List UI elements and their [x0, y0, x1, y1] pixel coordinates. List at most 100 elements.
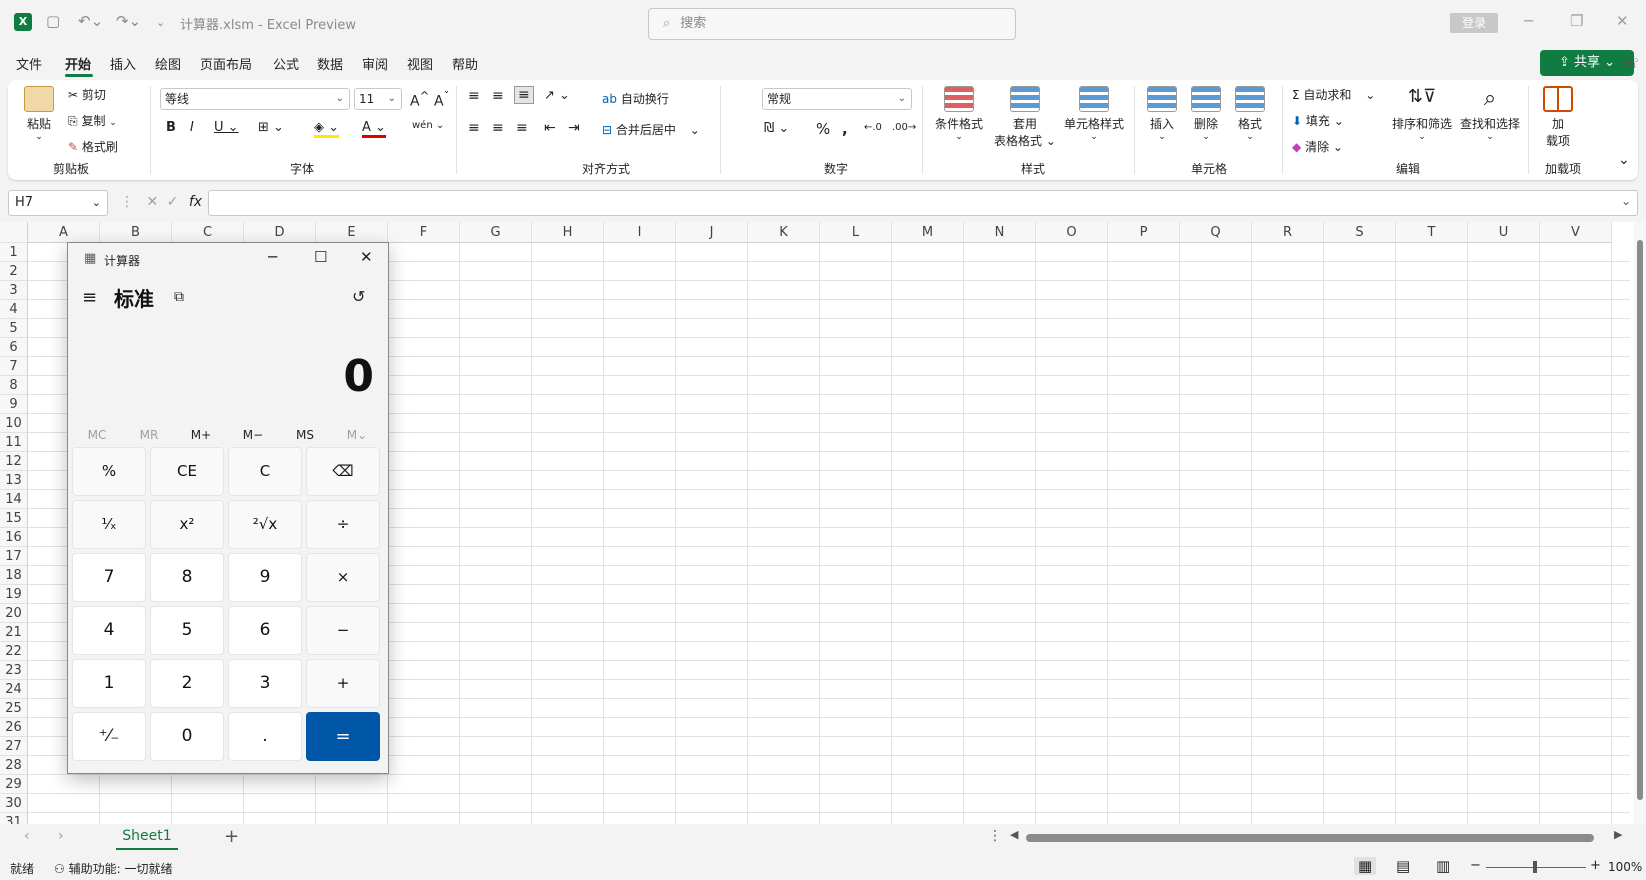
row-header[interactable]: 5 — [0, 319, 28, 338]
underline-icon[interactable]: U ⌄ — [214, 120, 239, 135]
digit-7-key[interactable]: 7 — [72, 553, 146, 602]
borders-icon[interactable]: ⊞ ⌄ — [258, 120, 284, 135]
align-middle-icon[interactable]: ≡ — [492, 88, 504, 104]
row-header[interactable]: 12 — [0, 452, 28, 471]
save-icon[interactable]: ▢ — [46, 12, 60, 30]
row-header[interactable]: 25 — [0, 699, 28, 718]
font-name-combo[interactable]: 等线 ⌄ — [160, 88, 350, 110]
column-header[interactable]: R — [1252, 222, 1324, 243]
digit-8-key[interactable]: 8 — [150, 553, 224, 602]
phonetic-guide-icon[interactable]: wén ⌄ — [412, 120, 444, 131]
increase-indent-icon[interactable]: ⇥ — [568, 120, 580, 136]
clear-button[interactable]: ◆ 清除 ⌄ — [1292, 138, 1343, 155]
multiply-key[interactable]: × — [306, 553, 380, 602]
row-header[interactable]: 30 — [0, 794, 28, 813]
row-header[interactable]: 6 — [0, 338, 28, 357]
delete-cells-button[interactable]: 删除 ⌄ — [1186, 86, 1226, 142]
percent-icon[interactable]: % — [816, 120, 830, 138]
digit-9-key[interactable]: 9 — [228, 553, 302, 602]
column-header[interactable]: Q — [1180, 222, 1252, 243]
decrease-decimal-icon[interactable]: .00→ — [892, 122, 916, 133]
subtract-key[interactable]: − — [306, 606, 380, 655]
orientation-icon[interactable]: ↗ ⌄ — [544, 88, 570, 103]
row-header[interactable]: 20 — [0, 604, 28, 623]
menu-view[interactable]: 视图 — [407, 54, 433, 73]
row-header[interactable]: 18 — [0, 566, 28, 585]
percent-key[interactable]: % — [72, 447, 146, 496]
format-cells-button[interactable]: 格式 ⌄ — [1230, 86, 1270, 142]
row-header[interactable]: 17 — [0, 547, 28, 566]
menu-page-layout[interactable]: 页面布局 — [200, 54, 252, 73]
history-icon[interactable]: ↺ — [352, 287, 365, 306]
column-header[interactable]: P — [1108, 222, 1180, 243]
row-header[interactable]: 26 — [0, 718, 28, 737]
grow-font-icon[interactable]: A^ — [410, 89, 429, 110]
clear-entry-key[interactable]: CE — [150, 447, 224, 496]
menu-file[interactable]: 文件 — [16, 54, 42, 73]
digit-0-key[interactable]: 0 — [150, 712, 224, 761]
search-box[interactable]: ⌕ 搜索 — [648, 8, 1016, 40]
row-header[interactable]: 15 — [0, 509, 28, 528]
name-box[interactable]: H7 ⌄ — [8, 190, 108, 216]
expand-formula-icon[interactable]: ⌄ — [1621, 194, 1631, 208]
font-color-icon[interactable]: A ⌄ — [362, 120, 386, 138]
login-button[interactable]: 登录 — [1450, 13, 1498, 33]
enter-icon[interactable]: ✓ — [167, 194, 179, 210]
row-header[interactable]: 13 — [0, 471, 28, 490]
column-header[interactable]: L — [820, 222, 892, 243]
redo-icon[interactable]: ↷⌄ — [116, 12, 141, 30]
row-header[interactable]: 4 — [0, 300, 28, 319]
customize-qat-icon[interactable]: ⌄ — [156, 16, 165, 29]
memory-clear-button[interactable]: MC — [72, 428, 122, 442]
column-header[interactable]: H — [532, 222, 604, 243]
insert-cells-button[interactable]: 插入 ⌄ — [1142, 86, 1182, 142]
close-icon[interactable]: ✕ — [1616, 12, 1629, 30]
column-header[interactable]: I — [604, 222, 676, 243]
row-header[interactable]: 9 — [0, 395, 28, 414]
menu-draw[interactable]: 绘图 — [155, 54, 181, 73]
sheet-tab-sheet1[interactable]: Sheet1 — [116, 824, 178, 850]
hamburger-menu-icon[interactable]: ≡ — [82, 287, 97, 308]
number-format-combo[interactable]: 常规 ⌄ — [762, 88, 912, 110]
format-painter-button[interactable]: ✎ 格式刷 — [68, 138, 118, 155]
comma-icon[interactable]: , — [842, 120, 848, 138]
horizontal-scroll-thumb[interactable] — [1026, 834, 1594, 842]
row-header[interactable]: 24 — [0, 680, 28, 699]
column-header[interactable]: C — [172, 222, 244, 243]
wrap-text-button[interactable]: ab 自动换行 — [602, 90, 669, 107]
insert-function-icon[interactable]: fx — [189, 194, 202, 210]
column-header[interactable]: M — [892, 222, 964, 243]
fill-button[interactable]: ⬇ 填充 ⌄ — [1292, 112, 1344, 129]
scroll-left-icon[interactable]: ◀ — [1010, 828, 1018, 841]
keep-on-top-icon[interactable]: ⧉ — [174, 289, 184, 305]
column-header[interactable]: F — [388, 222, 460, 243]
row-header[interactable]: 14 — [0, 490, 28, 509]
column-header[interactable]: G — [460, 222, 532, 243]
copy-button[interactable]: ⎘ 复制 ⌄ — [68, 112, 117, 129]
align-left-icon[interactable]: ≡ — [468, 120, 480, 136]
add-key[interactable]: + — [306, 659, 380, 708]
page-layout-view-icon[interactable]: ▤ — [1396, 857, 1410, 875]
row-header[interactable]: 1 — [0, 243, 28, 262]
calculator-window[interactable]: ▦ 计算器 ─ ☐ ✕ ≡ 标准 ⧉ ↺ 0 MC MR M+ M− MS M⌄ % CE C… — [67, 242, 389, 774]
memory-subtract-button[interactable]: M− — [228, 428, 278, 442]
column-header[interactable]: E — [316, 222, 388, 243]
row-header[interactable]: 23 — [0, 661, 28, 680]
collapse-ribbon-icon[interactable]: ⌄ — [1618, 152, 1630, 168]
column-header[interactable]: N — [964, 222, 1036, 243]
menu-home[interactable]: 开始 — [65, 54, 91, 73]
negate-key[interactable]: ⁺⁄₋ — [72, 712, 146, 761]
column-header[interactable]: J — [676, 222, 748, 243]
conditional-formatting-button[interactable]: 条件格式 ⌄ — [930, 86, 988, 142]
decimal-key[interactable]: . — [228, 712, 302, 761]
zoom-level[interactable]: 100% — [1608, 860, 1642, 874]
find-select-button[interactable]: ⌕ 查找和选择 ⌄ — [1458, 86, 1522, 142]
reciprocal-key[interactable]: ¹⁄ₓ — [72, 500, 146, 549]
row-header[interactable]: 21 — [0, 623, 28, 642]
row-header[interactable]: 27 — [0, 737, 28, 756]
row-header[interactable]: 3 — [0, 281, 28, 300]
vertical-scroll-thumb[interactable] — [1637, 240, 1643, 800]
more-options-icon[interactable]: ⋮ — [988, 828, 1002, 844]
digit-6-key[interactable]: 6 — [228, 606, 302, 655]
align-right-icon[interactable]: ≡ — [516, 120, 528, 136]
